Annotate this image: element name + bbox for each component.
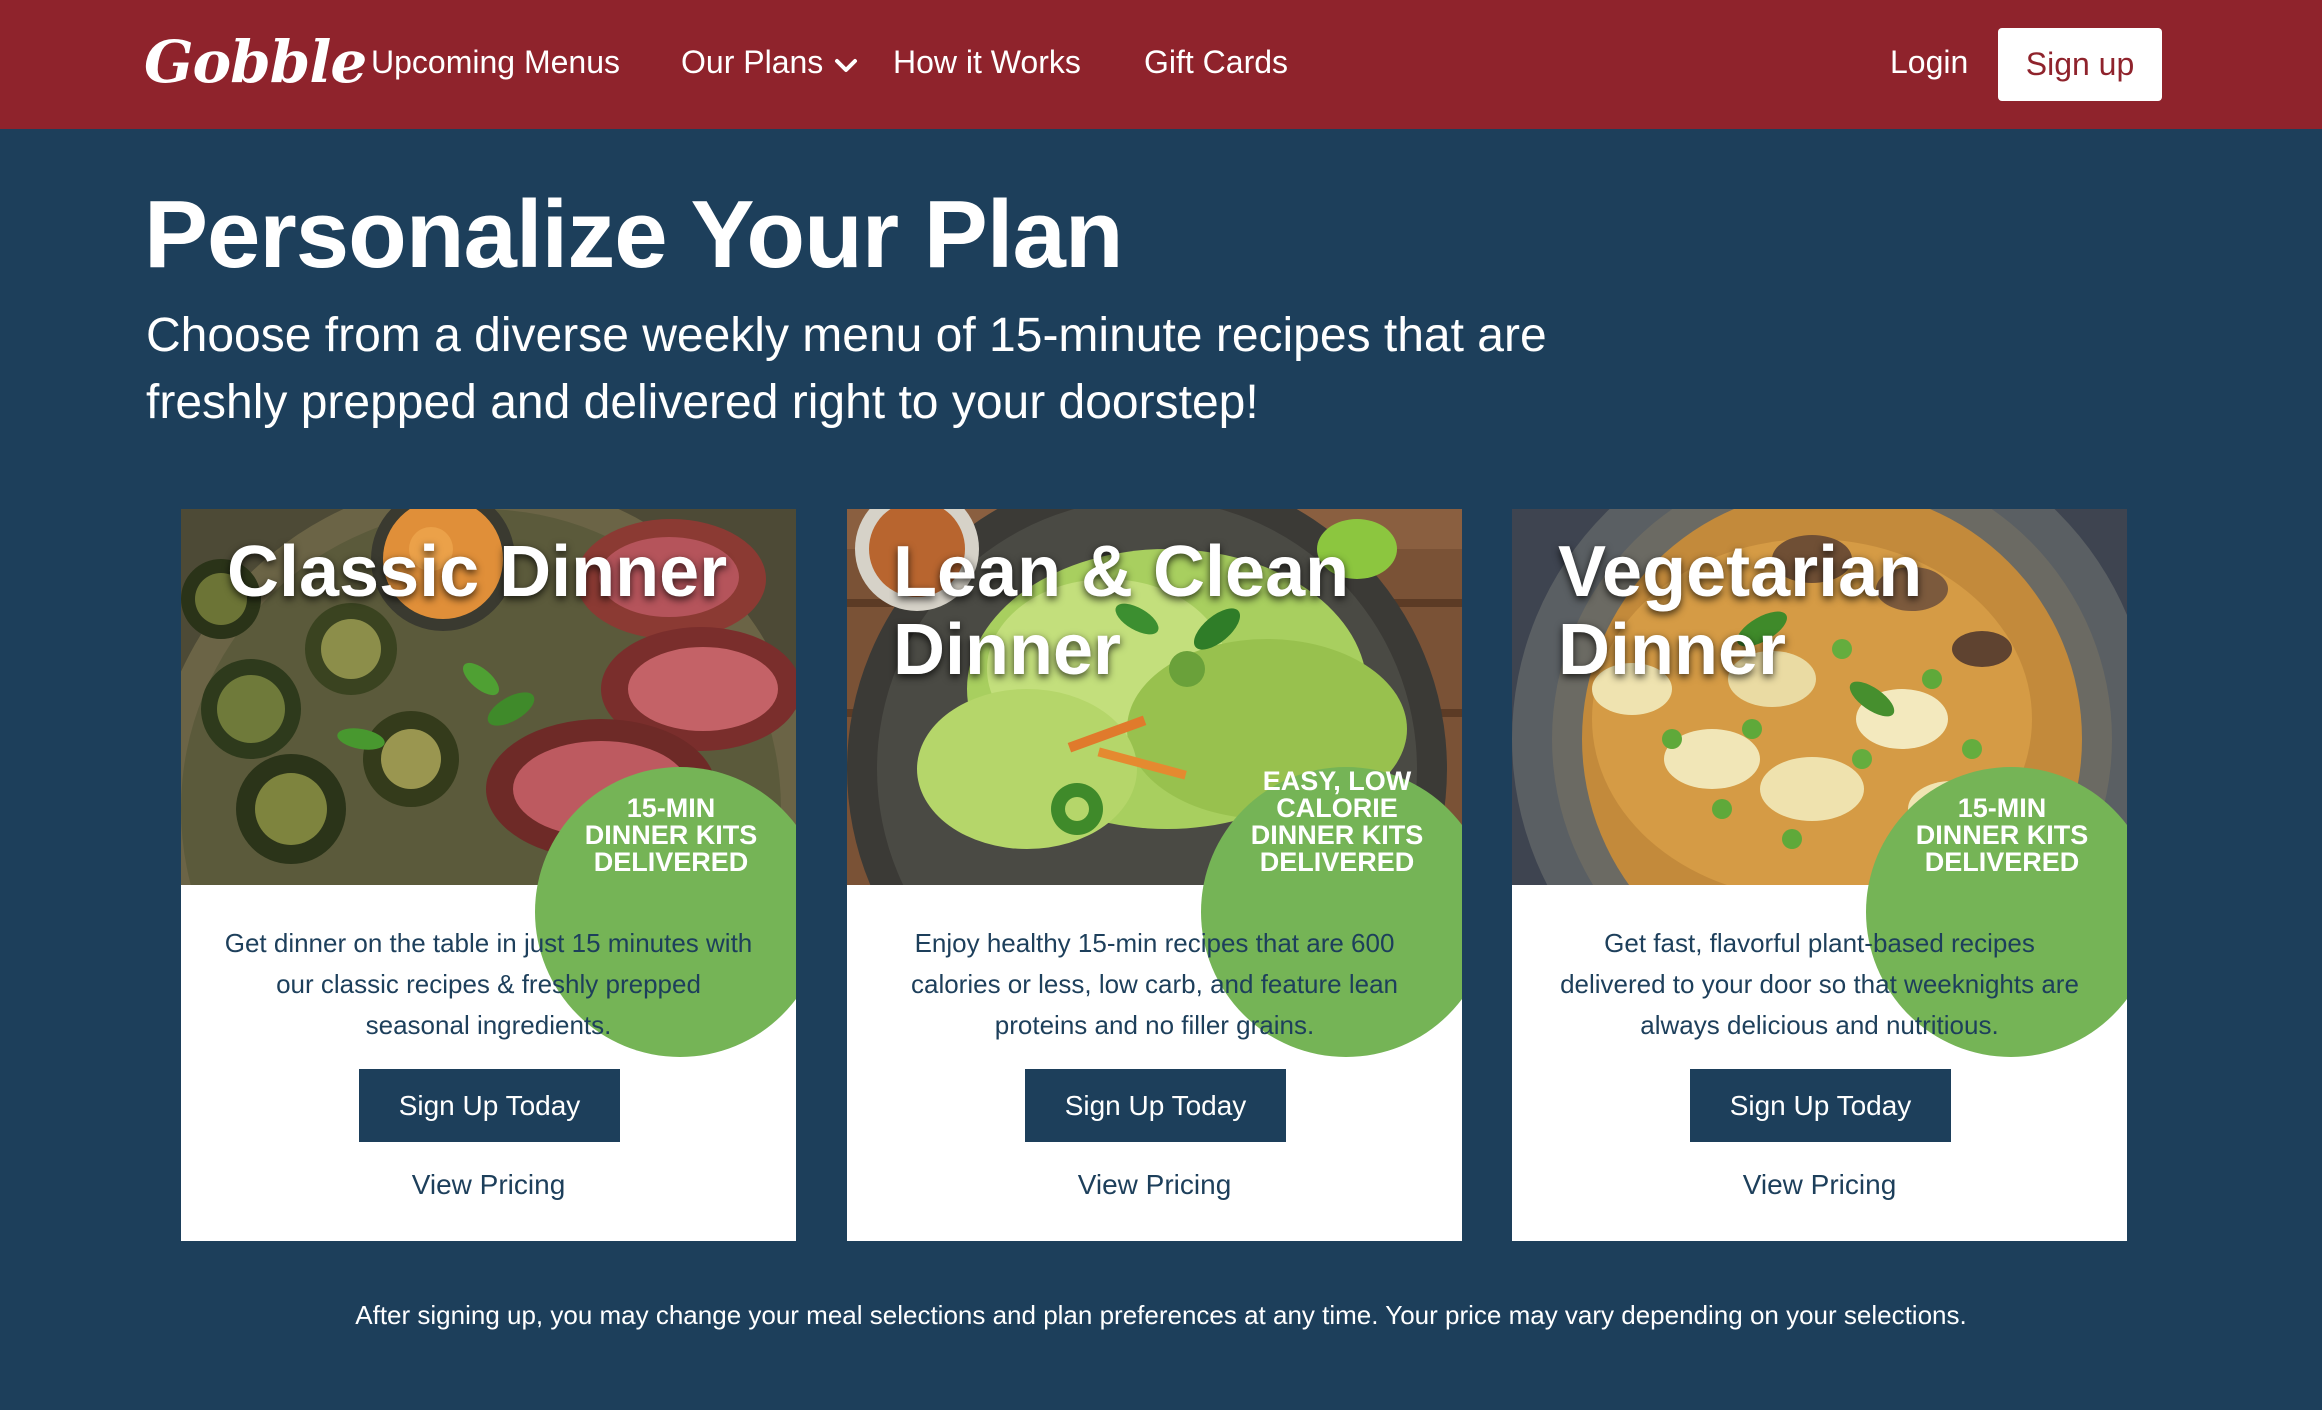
gobble-logo[interactable]: Gobble <box>144 28 367 96</box>
badge-line: DINNER KITS <box>1915 820 2089 850</box>
plan-title: Vegetarian Dinner <box>1558 532 1923 690</box>
view-pricing-link[interactable]: View Pricing <box>1512 1169 2127 1201</box>
nav-link-upcoming-menus[interactable]: Upcoming Menus <box>371 44 620 81</box>
badge-line: 15-MIN <box>626 793 716 823</box>
badge-line: DELIVERED <box>1259 847 1415 877</box>
plan-description: Enjoy healthy 15-min recipes that are 60… <box>910 928 1399 1040</box>
top-navigation: Gobble Upcoming Menus Our Plans How it W… <box>0 0 2322 129</box>
sign-up-today-button[interactable]: Sign Up Today <box>1025 1069 1286 1142</box>
signup-button[interactable]: Sign up <box>1998 28 2162 101</box>
badge-line: CALORIE <box>1276 793 1398 823</box>
view-pricing-link[interactable]: View Pricing <box>847 1169 1462 1201</box>
pricing-footnote: After signing up, you may change your me… <box>355 1300 1967 1330</box>
nav-link-our-plans[interactable]: Our Plans <box>681 44 823 81</box>
nav-link-how-it-works[interactable]: How it Works <box>893 44 1081 81</box>
badge-line: DINNER KITS <box>1250 820 1424 850</box>
chevron-down-icon[interactable] <box>834 58 858 74</box>
plan-description: Get fast, flavorful plant-based recipes … <box>1560 928 2079 1040</box>
plan-title: Lean & Clean Dinner <box>893 532 1350 690</box>
page-subtitle: Choose from a diverse weekly menu of 15-… <box>146 309 1547 429</box>
plan-card-lean-clean: Lean & Clean Dinner EASY, LOW CALORIE DI… <box>847 509 1462 1241</box>
badge-line: 15-MIN <box>1957 793 2047 823</box>
plan-description: Get dinner on the table in just 15 minut… <box>224 928 753 1040</box>
badge-line: DELIVERED <box>593 847 749 877</box>
plan-card-classic: Classic Dinner 15-MIN DINNER KITS DELIVE… <box>181 509 796 1241</box>
badge-line: DINNER KITS <box>584 820 758 850</box>
badge-line: DELIVERED <box>1924 847 2080 877</box>
nav-link-gift-cards[interactable]: Gift Cards <box>1144 44 1288 81</box>
plan-card-vegetarian: Vegetarian Dinner 15-MIN DINNER KITS DEL… <box>1512 509 2127 1241</box>
badge-line: EASY, LOW <box>1262 766 1412 796</box>
login-link[interactable]: Login <box>1890 44 1968 81</box>
plan-title: Classic Dinner <box>227 532 728 612</box>
sign-up-today-button[interactable]: Sign Up Today <box>359 1069 620 1142</box>
sign-up-today-button[interactable]: Sign Up Today <box>1690 1069 1951 1142</box>
view-pricing-link[interactable]: View Pricing <box>181 1169 796 1201</box>
page-title: Personalize Your Plan <box>144 181 1123 288</box>
